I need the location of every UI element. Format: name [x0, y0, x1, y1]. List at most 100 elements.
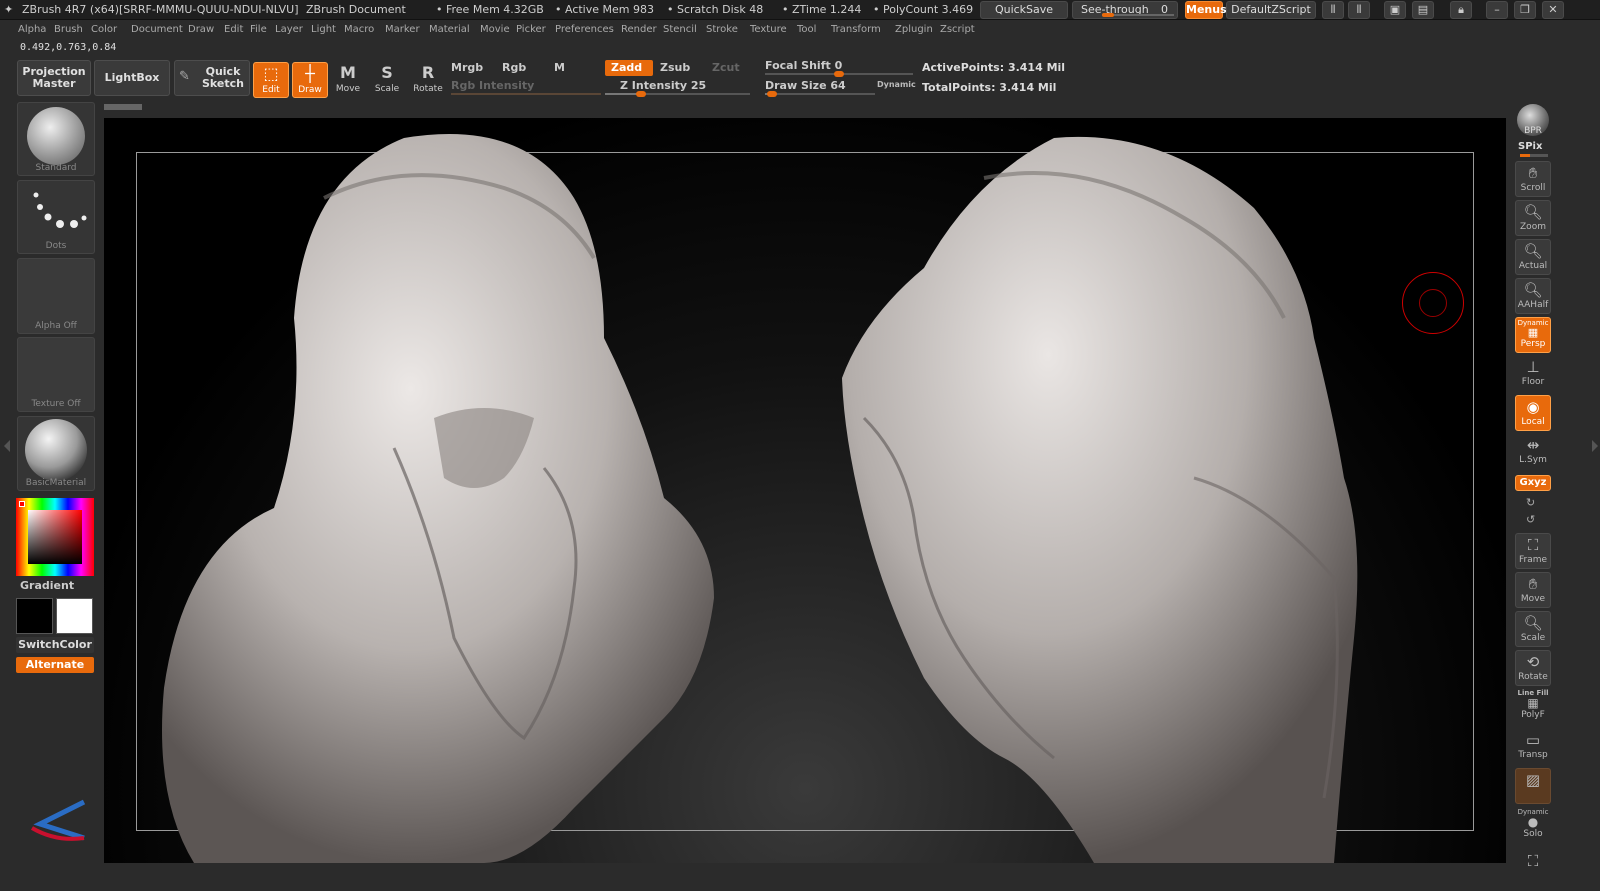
draw-size-knob[interactable] — [767, 91, 778, 97]
edit-mode-button[interactable]: ⬚ Edit — [253, 62, 289, 98]
color-picker[interactable] — [16, 498, 94, 576]
left-tray-arrow-icon[interactable] — [4, 440, 10, 452]
menu-transform[interactable]: Transform — [831, 24, 881, 35]
menu-stroke[interactable]: Stroke — [706, 24, 738, 35]
stroke-selector[interactable]: Dots — [17, 180, 95, 254]
z-intensity-slider[interactable] — [605, 91, 750, 97]
menu-macro[interactable]: Macro — [344, 24, 374, 35]
color-picker-marker[interactable] — [19, 501, 25, 507]
material-selector[interactable]: BasicMaterial — [17, 416, 95, 491]
menu-document[interactable]: Document — [131, 24, 183, 35]
spix-slider[interactable] — [1520, 154, 1548, 157]
floor-button[interactable]: ⊥ Floor — [1515, 356, 1551, 392]
quick-sketch-button[interactable]: ✎ Quick Sketch — [174, 60, 250, 96]
local-button[interactable]: ◉ Local — [1515, 395, 1551, 431]
spix-knob[interactable] — [1520, 154, 1530, 157]
xyz-button[interactable]: Gxyz — [1515, 475, 1551, 491]
focal-shift-knob[interactable] — [834, 71, 844, 77]
menu-texture[interactable]: Texture — [750, 24, 787, 35]
aahalf-button[interactable]: 🔍︎ AAHalf — [1515, 278, 1551, 314]
menu-picker[interactable]: Picker — [516, 24, 546, 35]
zoom-button[interactable]: 🔍︎ Zoom — [1515, 200, 1551, 236]
canvas-tab[interactable] — [104, 104, 142, 110]
persp-button[interactable]: Dynamic ▦ Persp — [1515, 317, 1551, 353]
menu-layer[interactable]: Layer — [275, 24, 303, 35]
spix-label[interactable]: SPix — [1518, 141, 1542, 152]
zcut-button[interactable]: Zcut — [712, 61, 740, 74]
zsub-button[interactable]: Zsub — [660, 61, 690, 74]
layout-icon[interactable]: ▣ — [1384, 1, 1406, 19]
scroll-button[interactable]: ✋︎ Scroll — [1515, 161, 1551, 197]
bpr-button[interactable]: BPR — [1515, 104, 1551, 140]
quicksave-button[interactable]: QuickSave — [980, 1, 1068, 19]
menu-edit[interactable]: Edit — [224, 24, 243, 35]
menu-marker[interactable]: Marker — [385, 24, 420, 35]
default-zscript-button[interactable]: DefaultZScript — [1226, 1, 1316, 19]
switch-color-button[interactable]: SwitchColor — [16, 637, 94, 653]
draw-size-label[interactable]: Draw Size 64 — [765, 79, 846, 92]
menu-zplugin[interactable]: Zplugin — [895, 24, 933, 35]
rotate-mode-button[interactable]: R Rotate — [410, 62, 446, 98]
m-button[interactable]: M — [554, 61, 565, 74]
lightbox-button[interactable]: LightBox — [94, 60, 170, 96]
close-icon[interactable]: ✕ — [1542, 1, 1564, 19]
move-button[interactable]: ✋︎ Move — [1515, 572, 1551, 608]
frame-button[interactable]: ⛶ Frame — [1515, 533, 1551, 569]
scale-mode-button[interactable]: S Scale — [369, 62, 405, 98]
focal-shift-label[interactable]: Focal Shift 0 — [765, 59, 842, 72]
menu-preferences[interactable]: Preferences — [555, 24, 614, 35]
menu-stencil[interactable]: Stencil — [663, 24, 697, 35]
see-through-track[interactable] — [1102, 13, 1174, 17]
secondary-color-swatch[interactable] — [56, 598, 93, 634]
menu-brush[interactable]: Brush — [54, 24, 83, 35]
draw-size-slider[interactable] — [765, 91, 875, 97]
solo-button[interactable]: Dynamic ● Solo — [1515, 808, 1551, 844]
menu-color[interactable]: Color — [91, 24, 117, 35]
move-mode-button[interactable]: M Move — [330, 62, 366, 98]
brush-selector[interactable]: Standard — [17, 102, 95, 176]
color-picker-saturation[interactable] — [28, 510, 82, 564]
alpha-selector[interactable]: Alpha Off — [17, 258, 95, 334]
z-intensity-knob[interactable] — [636, 91, 647, 97]
menu-zscript[interactable]: Zscript — [940, 24, 975, 35]
layout2-icon[interactable]: ▤ — [1412, 1, 1434, 19]
zadd-button[interactable]: Zadd — [605, 60, 653, 76]
gradient-toggle[interactable]: Gradient — [20, 579, 74, 592]
scale-button[interactable]: 🔍︎ Scale — [1515, 611, 1551, 647]
transp-button[interactable]: ▭ Transp — [1515, 729, 1551, 765]
drag-left-icon[interactable]: ⦀ — [1322, 1, 1344, 19]
see-through-slider[interactable]: See-through 0 — [1072, 1, 1178, 19]
mrgb-button[interactable]: Mrgb — [451, 61, 483, 74]
rgb-button[interactable]: Rgb — [502, 61, 526, 74]
menu-alpha[interactable]: Alpha — [18, 24, 46, 35]
actual-button[interactable]: 🔍︎ Actual — [1515, 239, 1551, 275]
right-tray-arrow-icon[interactable] — [1592, 440, 1598, 452]
focal-shift-slider[interactable] — [765, 71, 913, 77]
projection-master-button[interactable]: Projection Master — [17, 60, 91, 96]
lsym-button[interactable]: ⇹ L.Sym — [1515, 434, 1551, 470]
menu-render[interactable]: Render — [621, 24, 657, 35]
dynamic-toggle[interactable]: Dynamic — [877, 80, 916, 89]
rotate-button[interactable]: ⟲ Rotate — [1515, 650, 1551, 686]
document-canvas[interactable] — [104, 118, 1506, 863]
menu-tool[interactable]: Tool — [797, 24, 816, 35]
rotate-z-icon[interactable]: ↺ — [1526, 513, 1535, 526]
maximize-icon[interactable]: ❐ — [1514, 1, 1536, 19]
rgb-intensity-slider[interactable] — [451, 93, 601, 95]
main-color-swatch[interactable] — [16, 598, 53, 634]
menu-draw[interactable]: Draw — [188, 24, 214, 35]
polyf-button[interactable]: Line Fill ▦ PolyF — [1515, 689, 1551, 725]
menu-movie[interactable]: Movie — [480, 24, 510, 35]
minimize-icon[interactable]: – — [1486, 1, 1508, 19]
z-intensity-label[interactable]: Z Intensity 25 — [620, 79, 706, 92]
rotate-y-icon[interactable]: ↻ — [1526, 496, 1535, 509]
ghost-button[interactable]: ▨ — [1515, 768, 1551, 804]
menu-light[interactable]: Light — [311, 24, 336, 35]
draw-mode-button[interactable]: ┼ Draw — [292, 62, 328, 98]
see-through-knob[interactable] — [1102, 13, 1114, 17]
alternate-button[interactable]: Alternate — [16, 657, 94, 673]
menu-material[interactable]: Material — [429, 24, 470, 35]
xpose-button[interactable]: ⛶ — [1515, 850, 1551, 880]
menus-button[interactable]: Menus — [1185, 1, 1227, 19]
menu-file[interactable]: File — [250, 24, 267, 35]
